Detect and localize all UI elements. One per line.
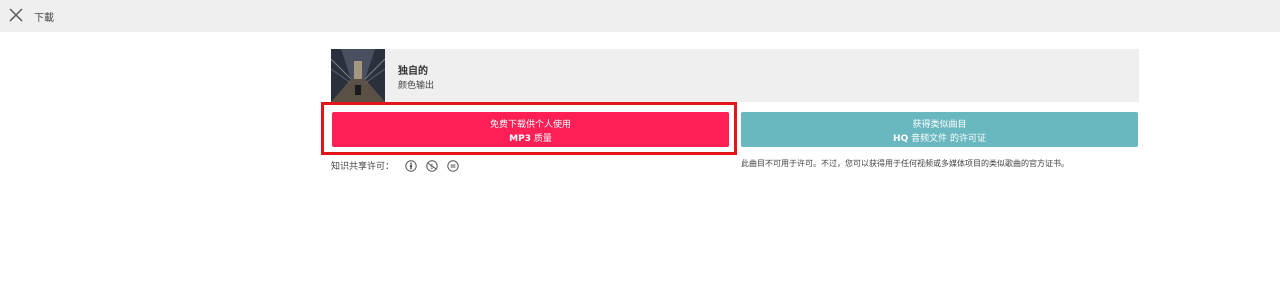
quality-label: 质量 bbox=[530, 134, 552, 144]
page-title: 下載 bbox=[34, 13, 54, 24]
get-license-button[interactable]: 获得类似曲目 HQ 音频文件 的许可证 bbox=[741, 112, 1138, 147]
license-format: HQ bbox=[893, 134, 909, 144]
creative-commons-label: 知识共享许可： bbox=[331, 162, 395, 172]
track-card: 独自的 颜色输出 bbox=[331, 49, 1139, 102]
track-title: 独自的 bbox=[398, 66, 428, 77]
free-download-button[interactable]: 免费下载供个人使用 MP3 质量 bbox=[332, 112, 729, 147]
cc-nc-icon[interactable]: $ bbox=[426, 157, 438, 172]
quality-format: MP3 bbox=[509, 134, 531, 144]
free-download-label: 免费下载供个人使用 bbox=[489, 120, 571, 130]
license-note: 此曲目不可用于许可。不过，您可以获得用于任何视频或多媒体项目的类似歌曲的官方证书… bbox=[741, 159, 1069, 168]
free-download-quality: MP3 质量 bbox=[332, 131, 729, 144]
cc-nd-icon[interactable] bbox=[447, 157, 459, 172]
track-artist: 颜色输出 bbox=[398, 81, 435, 91]
license-label: 获得类似曲目 bbox=[912, 120, 967, 130]
license-quality-label: 音频文件 的许可证 bbox=[908, 134, 986, 144]
license-quality: HQ 音频文件 的许可证 bbox=[741, 131, 1138, 144]
cc-by-icon[interactable] bbox=[405, 157, 417, 172]
top-bar: 下載 bbox=[0, 0, 1280, 32]
album-art bbox=[331, 49, 385, 102]
close-icon[interactable] bbox=[8, 7, 24, 23]
